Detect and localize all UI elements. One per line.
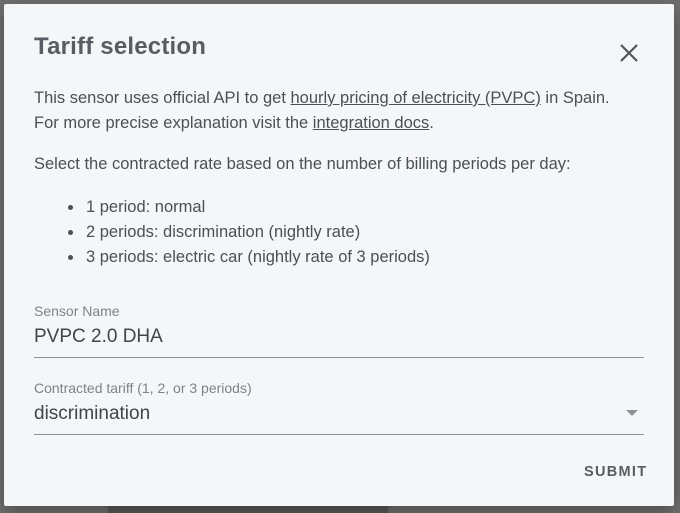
pvpc-pricing-link[interactable]: hourly pricing of electricity (PVPC) xyxy=(291,89,541,107)
intro-paragraph: This sensor uses official API to get hou… xyxy=(34,86,610,136)
list-item: 3 periods: electric car (nightly rate of… xyxy=(84,245,430,270)
dialog-title: Tariff selection xyxy=(34,33,207,60)
tariff-select[interactable]: Contracted tariff (1, 2, or 3 periods) d… xyxy=(34,380,644,435)
intro-text-4: . xyxy=(429,114,434,132)
list-item: 1 period: normal xyxy=(84,195,430,220)
sensor-name-field[interactable]: Sensor Name PVPC 2.0 DHA xyxy=(34,303,644,358)
tariff-underline xyxy=(34,434,644,435)
tariff-selection-dialog: Tariff selection This sensor uses offici… xyxy=(4,4,674,506)
tariff-selected-value[interactable]: discrimination xyxy=(34,402,644,426)
list-item: 2 periods: discrimination (nightly rate) xyxy=(84,220,430,245)
intro-text-2: in Spain. xyxy=(540,89,610,107)
tariff-label: Contracted tariff (1, 2, or 3 periods) xyxy=(34,380,252,396)
close-icon xyxy=(620,44,638,62)
sensor-name-label: Sensor Name xyxy=(34,303,120,319)
close-button[interactable] xyxy=(612,36,646,70)
dropdown-arrow-icon[interactable] xyxy=(626,410,638,416)
integration-docs-link[interactable]: integration docs xyxy=(313,114,430,132)
sensor-name-input[interactable]: PVPC 2.0 DHA xyxy=(34,325,644,349)
submit-button[interactable]: SUBMIT xyxy=(584,464,647,480)
intro-text-3: For more precise explanation visit the xyxy=(34,114,313,132)
periods-list: 1 period: normal 2 periods: discriminati… xyxy=(64,195,430,270)
instruction-text: Select the contracted rate based on the … xyxy=(34,155,571,173)
background-content-peek xyxy=(108,506,388,513)
sensor-name-underline xyxy=(34,357,644,358)
intro-text-1: This sensor uses official API to get xyxy=(34,89,291,107)
